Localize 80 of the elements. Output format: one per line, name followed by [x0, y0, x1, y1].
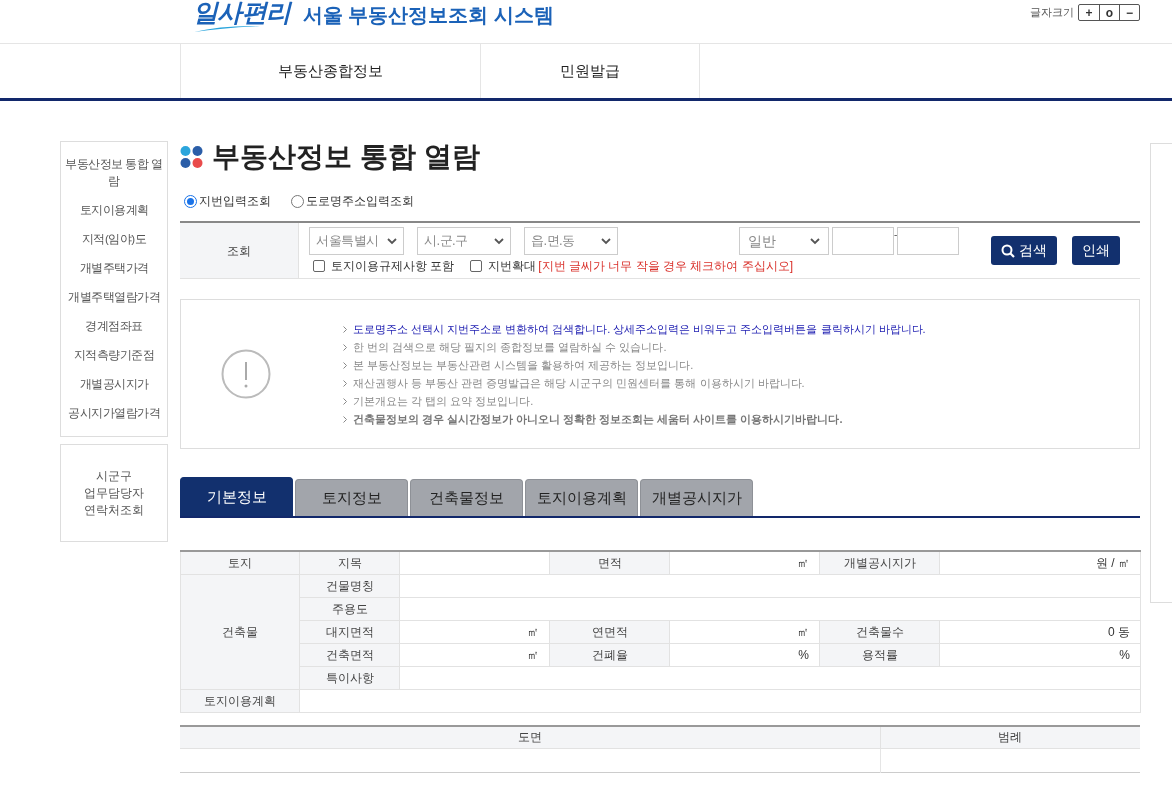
table-cell: ㎡	[399, 620, 550, 643]
caret-icon	[810, 237, 820, 245]
logo-text: 일사편리	[193, 0, 291, 26]
sidebar-link[interactable]: 지적측량기준점	[69, 347, 159, 364]
notice-text: 재산권행사 등 부동산 관련 증명발급은 해당 시군구의 민원센터를 통해 이용하시기 바랍니다.	[353, 376, 805, 390]
chevron-icon	[343, 325, 347, 333]
hint-text: [지번 글씨가 너무 작을 경우 체크하여 주십시오]	[538, 258, 793, 275]
tab[interactable]: 기본정보	[180, 477, 293, 516]
sidebar-link[interactable]: 공시지가열람가격	[64, 405, 164, 422]
search-button[interactable]: 검색	[991, 236, 1057, 265]
notice-text: 본 부동산정보는 부동산관련 시스템을 활용하여 제공하는 정보입니다.	[353, 358, 694, 372]
select-field[interactable]: 읍.면.동	[524, 227, 618, 255]
radio-label: 지번입력조회	[199, 193, 271, 210]
dots-icon	[180, 145, 204, 169]
font-size-label: 글자크기	[1030, 5, 1074, 21]
select-field[interactable]: 서울특별시	[309, 227, 404, 255]
table-cell: 0 동	[939, 620, 1141, 643]
checkbox-label: 지번확대	[488, 258, 537, 275]
notice-text: 건축물정보의 경우 실시간정보가 아니오니 정확한 정보조회는 세움터 사이트를 이용하시기바랍니다.	[353, 412, 843, 426]
header-cell: 개별공시지가	[819, 551, 940, 574]
sidebar-link[interactable]: 부동산정보 통합 열람	[61, 156, 167, 190]
checkbox[interactable]	[313, 260, 325, 272]
separator-text: -	[894, 228, 897, 242]
chevron-icon	[343, 361, 347, 369]
nav-link[interactable]: 민원발급	[480, 44, 700, 98]
select-field[interactable]: 시.군.구	[417, 227, 511, 255]
font-size-button[interactable]: o	[1099, 5, 1119, 20]
font-size-button[interactable]: +	[1079, 5, 1099, 20]
caret-icon	[601, 237, 611, 245]
header-cell: 건축물수	[819, 620, 940, 643]
chevron-icon	[343, 415, 347, 423]
header-cell: 건축물	[180, 574, 300, 689]
radio-label: 도로명주소입력조회	[306, 193, 414, 210]
sidebar-link[interactable]: 개별주택열람가격	[64, 289, 164, 306]
font-size-button[interactable]: −	[1119, 5, 1139, 20]
sidebar-link[interactable]: 개별공시지가	[75, 376, 153, 393]
notice-text: 한 번의 검색으로 해당 필지의 종합정보를 열람하실 수 있습니다.	[353, 340, 667, 354]
caret-icon	[494, 237, 504, 245]
contact-link[interactable]: 시군구 업무담당자 연락처조회	[84, 467, 144, 519]
nav-link[interactable]: 부동산종합정보	[180, 44, 480, 98]
table-cell: 원 / ㎡	[939, 551, 1141, 574]
table-cell: ㎡	[399, 643, 550, 666]
sidebar-link[interactable]: 지적(임야)도	[77, 231, 151, 248]
sidebar-link[interactable]: 경계점좌표	[81, 318, 147, 335]
header-cell: 용적률	[819, 643, 940, 666]
caret-icon	[387, 237, 397, 245]
column-header: 범례	[880, 725, 1140, 749]
header-cell: 연면적	[549, 620, 670, 643]
header-cell: 지목	[299, 551, 400, 574]
search-label: 조회	[180, 223, 299, 278]
header-cell: 토지이용계획	[180, 689, 300, 712]
checkbox[interactable]	[470, 260, 483, 272]
checkbox-label: 토지이용규제사항 포함	[331, 258, 455, 275]
chevron-icon	[343, 397, 347, 405]
tab[interactable]: 토지정보	[295, 479, 408, 516]
header-cell: 건폐율	[549, 643, 670, 666]
input-field[interactable]	[832, 227, 894, 255]
sidebar-link[interactable]: 토지이용계획	[75, 202, 153, 219]
tab[interactable]: 개별공시지가	[640, 479, 753, 516]
chevron-icon	[343, 379, 347, 387]
select-field[interactable]: 일반	[739, 227, 829, 255]
table-cell: %	[669, 643, 820, 666]
table-cell: %	[939, 643, 1141, 666]
notice-text: 기본개요는 각 탭의 요약 정보입니다.	[353, 394, 534, 408]
notice-text: 도로명주소 선택시 지번주소로 변환하여 검색합니다. 상세주소입력은 비워두고 주소입력버튼을 클릭하시기 바랍니다.	[353, 322, 926, 336]
header-cell: 면적	[549, 551, 670, 574]
table-cell: ㎡	[669, 551, 820, 574]
page-title: 부동산정보 통합 열람	[212, 140, 480, 174]
tab[interactable]: 토지이용계획	[525, 479, 638, 516]
tab[interactable]: 건축물정보	[410, 479, 523, 516]
exclamation-icon	[221, 349, 271, 399]
print-button[interactable]: 인쇄	[1072, 236, 1120, 265]
column-header: 도면	[180, 725, 880, 749]
table-cell: ㎡	[669, 620, 820, 643]
sidebar-link[interactable]: 개별주택가격	[75, 260, 153, 277]
chevron-icon	[343, 343, 347, 351]
system-title: 서울 부동산정보조회 시스템	[302, 3, 554, 28]
search-icon	[1001, 243, 1015, 258]
header-cell: 토지	[180, 551, 300, 574]
input-field[interactable]	[897, 227, 959, 255]
